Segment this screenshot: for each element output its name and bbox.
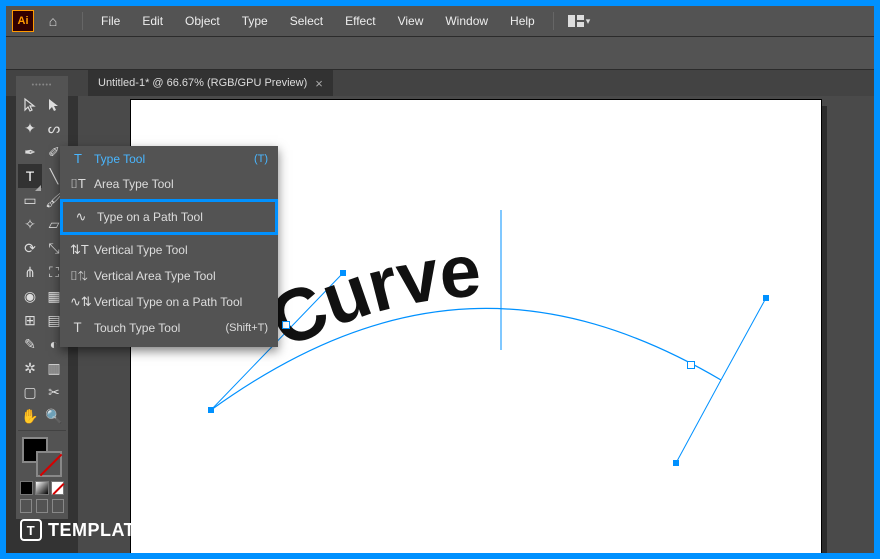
- fill-stroke-swatch[interactable]: [18, 435, 66, 479]
- zoom-tool[interactable]: 🔍: [42, 404, 66, 428]
- type-on-path-icon: ∿: [73, 209, 89, 225]
- magic-wand-tool[interactable]: ✦: [18, 116, 42, 140]
- mesh-tool[interactable]: ⊞: [18, 308, 42, 332]
- flyout-touch-type-tool[interactable]: Ꭲ Touch Type Tool (Shift+T): [60, 315, 278, 341]
- shaper-tool[interactable]: ✧: [18, 212, 42, 236]
- watermark-logo-icon: T: [20, 519, 42, 541]
- flyout-label: Type Tool: [94, 152, 145, 166]
- menu-object[interactable]: Object: [175, 10, 230, 32]
- draw-behind-icon[interactable]: [36, 499, 48, 513]
- lasso-tool[interactable]: ᔕ: [42, 116, 66, 140]
- menu-file[interactable]: File: [91, 10, 130, 32]
- tab-bar: Untitled-1* @ 66.67% (RGB/GPU Preview) ×: [6, 70, 874, 96]
- flyout-vertical-type-on-path-tool[interactable]: ∿⇅ Vertical Type on a Path Tool: [60, 289, 278, 315]
- handle-point[interactable]: [673, 460, 679, 466]
- curve-text[interactable]: Curve: [257, 229, 483, 364]
- type-tool-flyout: T Type Tool (T) ⌷T Area Type Tool ∿ Type…: [60, 146, 278, 347]
- handle-point[interactable]: [340, 270, 346, 276]
- watermark: T TEMPLATE .NET: [20, 519, 197, 541]
- screen-mode: [18, 499, 66, 517]
- shape-builder-tool[interactable]: ◉: [18, 284, 42, 308]
- vertical-type-on-path-icon: ∿⇅: [70, 294, 86, 310]
- flyout-label: Vertical Area Type Tool: [94, 269, 216, 283]
- anchor-point[interactable]: [208, 407, 214, 413]
- gradient-swatch[interactable]: [35, 481, 48, 495]
- artboard-tool[interactable]: ▢: [18, 380, 42, 404]
- menu-window[interactable]: Window: [435, 10, 498, 32]
- handle-point[interactable]: [763, 295, 769, 301]
- draw-normal-icon[interactable]: [20, 499, 32, 513]
- close-icon[interactable]: ×: [315, 77, 323, 90]
- menu-view[interactable]: View: [388, 10, 434, 32]
- separator: [82, 12, 83, 30]
- touch-type-icon: Ꭲ: [70, 320, 86, 336]
- watermark-text-thin: .NET: [154, 520, 197, 541]
- hand-tool[interactable]: ✋: [18, 404, 42, 428]
- pen-tool[interactable]: ✒: [18, 140, 42, 164]
- flyout-type-tool[interactable]: T Type Tool (T): [60, 146, 278, 171]
- rectangle-tool[interactable]: ▭: [18, 188, 42, 212]
- slice-tool[interactable]: ✂: [42, 380, 66, 404]
- flyout-shortcut: (T): [254, 153, 268, 165]
- type-tool[interactable]: T: [18, 164, 42, 188]
- document-tab[interactable]: Untitled-1* @ 66.67% (RGB/GPU Preview) ×: [88, 70, 333, 96]
- type-icon: T: [70, 151, 86, 166]
- separator: [553, 12, 554, 30]
- width-tool[interactable]: ⋔: [18, 260, 42, 284]
- flyout-label: Touch Type Tool: [94, 321, 180, 335]
- menubar: Ai ⌂ File Edit Object Type Select Effect…: [6, 6, 874, 36]
- column-graph-tool[interactable]: ▥: [42, 356, 66, 380]
- flyout-shortcut: (Shift+T): [226, 322, 268, 334]
- menu-select[interactable]: Select: [280, 10, 333, 32]
- stroke-swatch[interactable]: [36, 451, 62, 477]
- selection-tool[interactable]: [18, 92, 42, 116]
- flyout-vertical-area-type-tool[interactable]: ⌷⇅ Vertical Area Type Tool: [60, 263, 278, 289]
- workspace-switcher[interactable]: ▾: [562, 11, 597, 31]
- direct-selection-tool[interactable]: [42, 92, 66, 116]
- tab-title: Untitled-1* @ 66.67% (RGB/GPU Preview): [98, 77, 307, 89]
- vertical-type-icon: ⇅T: [70, 242, 86, 258]
- menu-type[interactable]: Type: [232, 10, 278, 32]
- area-type-icon: ⌷T: [70, 176, 86, 192]
- chevron-down-icon: ▾: [586, 16, 591, 27]
- flyout-label: Type on a Path Tool: [97, 210, 203, 224]
- menu-effect[interactable]: Effect: [335, 10, 385, 32]
- menu-help[interactable]: Help: [500, 10, 545, 32]
- divider: [18, 430, 66, 431]
- menu-edit[interactable]: Edit: [132, 10, 173, 32]
- options-bar: [6, 36, 874, 70]
- eyedropper-tool[interactable]: ✎: [18, 332, 42, 356]
- rotate-tool[interactable]: ⟳: [18, 236, 42, 260]
- none-swatch[interactable]: [51, 481, 64, 495]
- flyout-vertical-type-tool[interactable]: ⇅T Vertical Type Tool: [60, 237, 278, 263]
- app-window: Ai ⌂ File Edit Object Type Select Effect…: [6, 6, 874, 553]
- type-end-marker[interactable]: [687, 361, 695, 369]
- flyout-area-type-tool[interactable]: ⌷T Area Type Tool: [60, 171, 278, 197]
- panel-grip[interactable]: ••••••: [18, 78, 66, 92]
- vertical-area-type-icon: ⌷⇅: [70, 268, 86, 284]
- color-mode-swatches: [18, 479, 66, 499]
- type-start-marker[interactable]: [282, 321, 290, 329]
- flyout-label: Area Type Tool: [94, 177, 174, 191]
- app-logo[interactable]: Ai: [12, 10, 34, 32]
- draw-inside-icon[interactable]: [52, 499, 64, 513]
- watermark-text-bold: TEMPLATE: [48, 520, 148, 541]
- home-button[interactable]: ⌂: [42, 10, 64, 32]
- symbol-sprayer-tool[interactable]: ✲: [18, 356, 42, 380]
- flyout-type-on-path-tool[interactable]: ∿ Type on a Path Tool: [60, 199, 278, 235]
- color-swatch[interactable]: [20, 481, 33, 495]
- flyout-label: Vertical Type Tool: [94, 243, 188, 257]
- flyout-label: Vertical Type on a Path Tool: [94, 295, 242, 309]
